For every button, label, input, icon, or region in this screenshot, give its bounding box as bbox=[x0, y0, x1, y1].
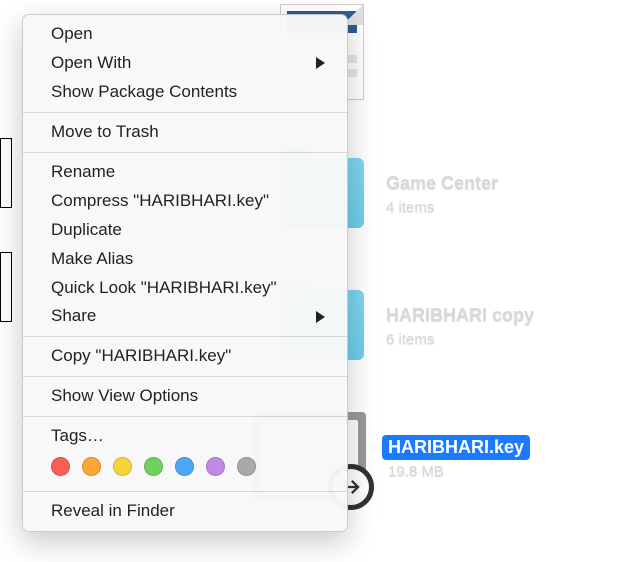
file-sublabel: 4 items bbox=[380, 199, 504, 216]
file-label: HARIBHARI copy bbox=[380, 303, 540, 328]
menu-item-reveal-in-finder[interactable]: Reveal in Finder bbox=[23, 497, 347, 526]
tag-red[interactable] bbox=[51, 457, 70, 476]
file-label-selected: HARIBHARI.key bbox=[382, 435, 530, 460]
file-sublabel: 19.8 MB bbox=[382, 463, 530, 480]
menu-item-move-to-trash[interactable]: Move to Trash bbox=[23, 118, 347, 147]
submenu-arrow-icon bbox=[316, 57, 325, 69]
menu-item-make-alias[interactable]: Make Alias bbox=[23, 245, 347, 274]
file-icon-partial bbox=[0, 138, 12, 208]
menu-item-quick-look[interactable]: Quick Look "HARIBHARI.key" bbox=[23, 274, 347, 303]
tags-row bbox=[23, 451, 347, 486]
menu-separator bbox=[23, 376, 347, 377]
menu-separator bbox=[23, 416, 347, 417]
file-sublabel: 6 items bbox=[380, 331, 540, 348]
tag-blue[interactable] bbox=[175, 457, 194, 476]
tag-purple[interactable] bbox=[206, 457, 225, 476]
tag-yellow[interactable] bbox=[113, 457, 132, 476]
menu-separator bbox=[23, 491, 347, 492]
tag-gray[interactable] bbox=[237, 457, 256, 476]
file-label: Game Center bbox=[380, 171, 504, 196]
menu-item-show-package[interactable]: Show Package Contents bbox=[23, 78, 347, 107]
menu-item-open[interactable]: Open bbox=[23, 20, 347, 49]
context-menu: Open Open With Show Package Contents Mov… bbox=[22, 14, 348, 532]
file-icon-partial bbox=[0, 252, 12, 322]
menu-item-copy[interactable]: Copy "HARIBHARI.key" bbox=[23, 342, 347, 371]
menu-separator bbox=[23, 112, 347, 113]
menu-item-compress[interactable]: Compress "HARIBHARI.key" bbox=[23, 187, 347, 216]
menu-item-duplicate[interactable]: Duplicate bbox=[23, 216, 347, 245]
menu-item-share[interactable]: Share bbox=[23, 302, 347, 331]
menu-item-rename[interactable]: Rename bbox=[23, 158, 347, 187]
menu-separator bbox=[23, 336, 347, 337]
menu-item-open-with[interactable]: Open With bbox=[23, 49, 347, 78]
tag-orange[interactable] bbox=[82, 457, 101, 476]
menu-item-show-view-options[interactable]: Show View Options bbox=[23, 382, 347, 411]
menu-separator bbox=[23, 152, 347, 153]
menu-item-tags[interactable]: Tags… bbox=[23, 422, 347, 451]
submenu-arrow-icon bbox=[316, 311, 325, 323]
tag-green[interactable] bbox=[144, 457, 163, 476]
